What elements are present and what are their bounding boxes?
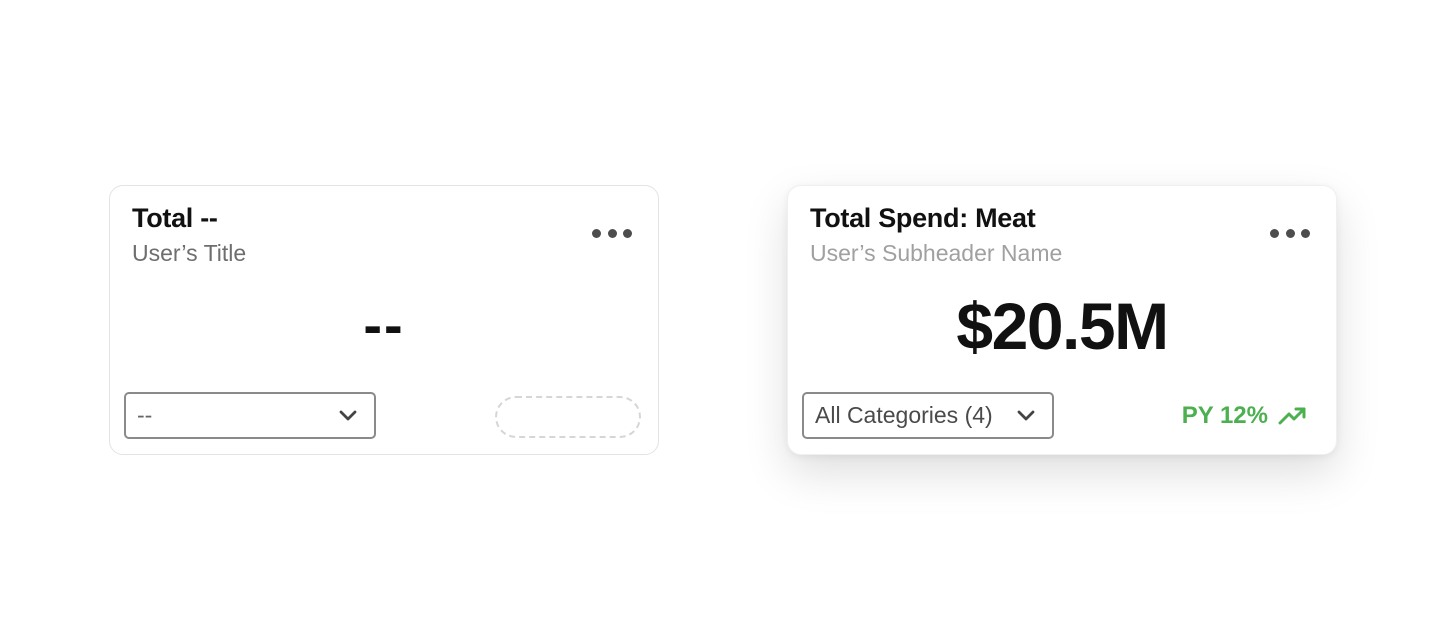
card-title: Total -- <box>132 203 218 233</box>
trend-placeholder <box>495 396 641 438</box>
category-dropdown[interactable]: -- <box>124 392 376 439</box>
more-horizontal-icon <box>1270 228 1279 238</box>
dropdown-selected-value: All Categories (4) <box>815 402 993 428</box>
kpi-card-total-spend: Total Spend: Meat User’s Subheader Name … <box>787 185 1337 455</box>
chevron-down-icon <box>1017 410 1035 421</box>
canvas: Total -- User’s Title -- -- Total Spend:… <box>0 0 1446 640</box>
category-dropdown[interactable]: All Categories (4) <box>802 392 1054 439</box>
card-title: Total Spend: Meat <box>810 203 1036 233</box>
kpi-card-empty: Total -- User’s Title -- -- <box>109 185 659 455</box>
trending-up-icon <box>1278 407 1306 425</box>
kpi-value: $20.5M <box>956 289 1169 363</box>
more-options-button[interactable] <box>1270 226 1310 240</box>
card-subtitle: User’s Subheader Name <box>810 240 1063 266</box>
chevron-down-icon <box>339 410 357 421</box>
card-subtitle: User’s Title <box>132 240 247 266</box>
more-options-button[interactable] <box>592 226 632 240</box>
dropdown-selected-value: -- <box>137 402 153 428</box>
more-horizontal-icon <box>592 228 601 238</box>
kpi-value: -- <box>363 293 405 356</box>
trend-indicator: PY 12% <box>1182 402 1308 430</box>
trend-label: PY 12% <box>1181 402 1268 429</box>
